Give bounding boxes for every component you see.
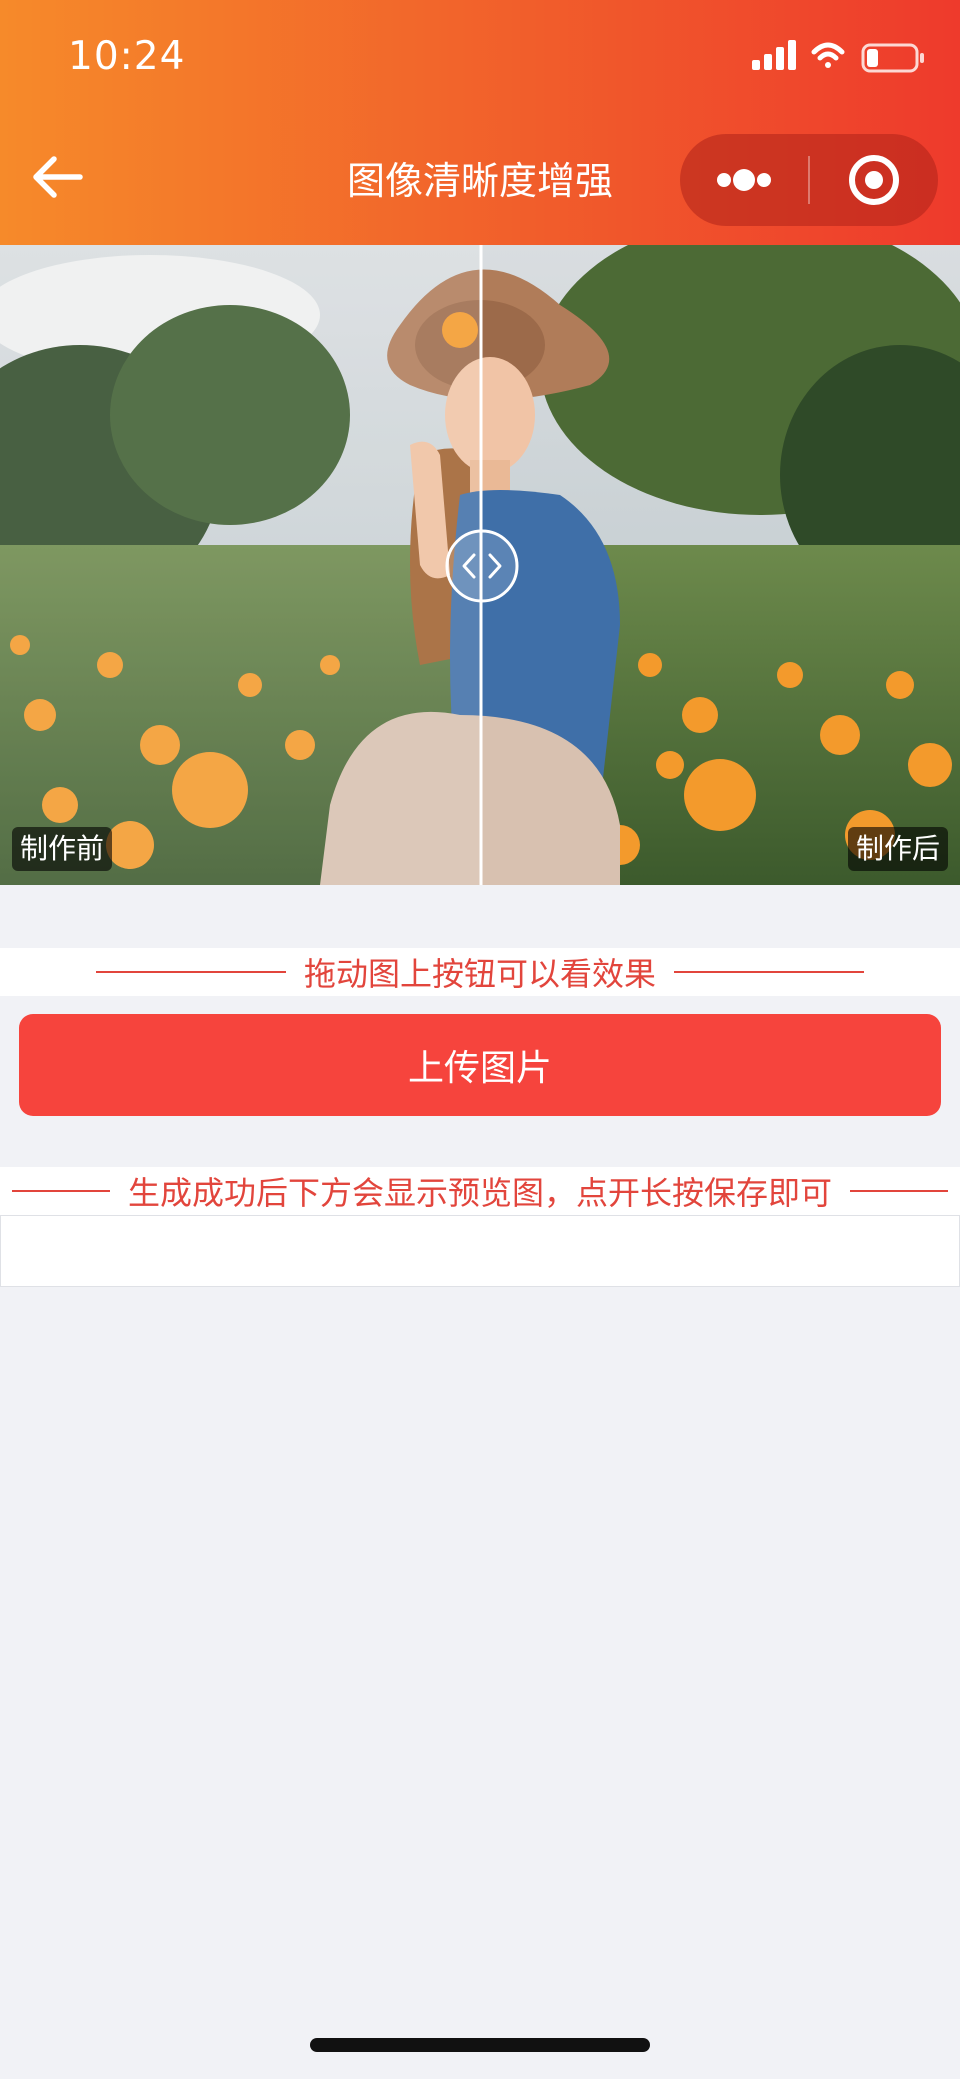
hint-divider-left xyxy=(95,971,286,973)
close-target-icon[interactable] xyxy=(811,134,938,226)
wifi-icon xyxy=(811,42,845,68)
drag-hint: 拖动图上按钮可以看效果 xyxy=(0,948,960,996)
preview-hint-text: 生成成功后下方会显示预览图，点开长按保存即可 xyxy=(127,1174,832,1212)
home-indicator xyxy=(310,2038,650,2052)
drag-hint-text: 拖动图上按钮可以看效果 xyxy=(303,955,656,993)
upload-image-button[interactable]: 上传图片 xyxy=(19,1014,941,1116)
hint-divider-right xyxy=(850,1190,948,1192)
hint-divider-left xyxy=(11,1190,110,1192)
status-time: 10:24 xyxy=(68,34,186,79)
before-after-compare[interactable]: 制作前 制作后 xyxy=(0,245,960,885)
miniprogram-capsule xyxy=(680,134,938,226)
status-icons xyxy=(752,40,924,73)
before-label: 制作前 xyxy=(12,827,113,871)
preview-hint: 生成成功后下方会显示预览图，点开长按保存即可 xyxy=(0,1167,960,1215)
more-icon[interactable] xyxy=(680,134,808,226)
battery-icon xyxy=(861,43,924,73)
capsule-divider xyxy=(808,156,810,204)
hint-divider-right xyxy=(674,971,864,973)
preview-area xyxy=(0,1215,960,1287)
after-label: 制作后 xyxy=(847,827,948,871)
app-header: 10:24 图像清晰度增强 xyxy=(0,0,960,245)
comparison-photo xyxy=(0,245,960,885)
cellular-signal-icon xyxy=(752,40,796,70)
drag-handle-icon xyxy=(445,529,519,603)
